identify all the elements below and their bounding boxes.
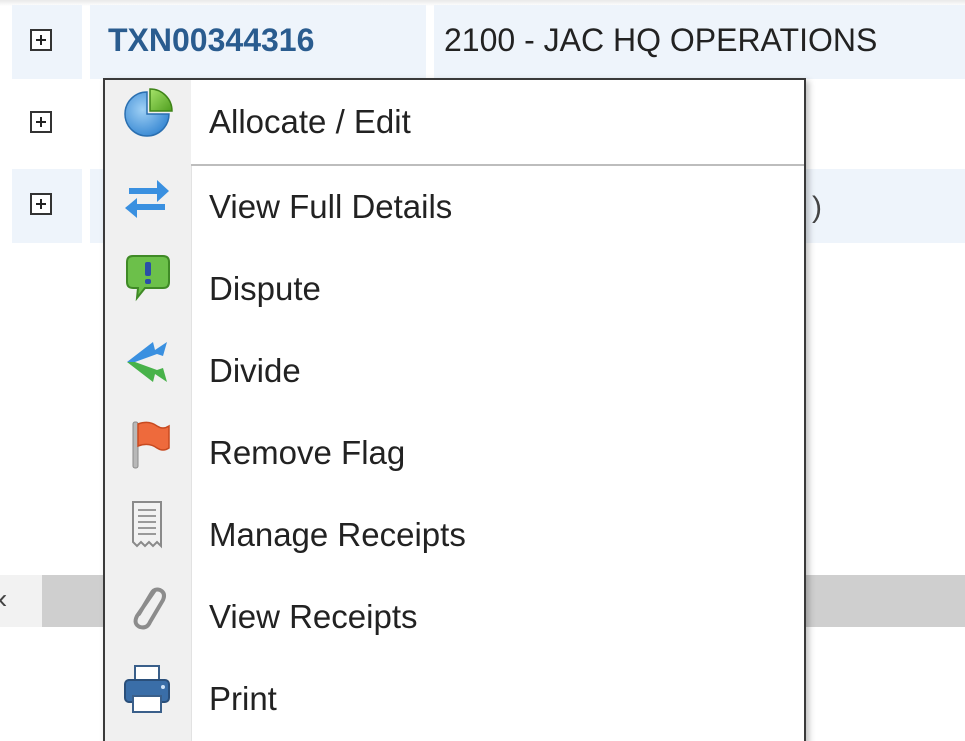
table-row[interactable]: TXN00344316 2100 - JAC HQ OPERATIONS <box>12 5 965 79</box>
menu-item-view-receipts[interactable]: View Receipts <box>105 578 804 660</box>
menu-item-dispute[interactable]: Dispute <box>105 250 804 332</box>
menu-item-label: Allocate / Edit <box>209 103 411 140</box>
expand-row-button[interactable] <box>30 111 52 133</box>
menu-item-label: View Full Details <box>209 188 453 225</box>
menu-item-divide[interactable]: Divide <box>105 332 804 414</box>
expand-row-button[interactable] <box>30 193 52 215</box>
scroll-left-button[interactable]: ‹ <box>0 575 42 627</box>
menu-item-label: Print <box>209 680 277 717</box>
menu-item-manage-receipts[interactable]: Manage Receipts <box>105 496 804 578</box>
partial-cell-text: ) <box>812 191 822 224</box>
page: TXN00344316 2100 - JAC HQ OPERATIONS ) ‹ <box>0 0 965 741</box>
transaction-id-link[interactable]: TXN00344316 <box>108 22 314 59</box>
swap-arrows-icon <box>125 180 169 218</box>
chevron-left-icon: ‹ <box>0 583 7 615</box>
menu-item-label: Dispute <box>209 270 321 307</box>
menu-item-label: Manage Receipts <box>209 516 466 553</box>
split-arrows-icon <box>127 342 167 382</box>
department-cell: 2100 - JAC HQ OPERATIONS <box>444 22 878 58</box>
context-menu: Allocate / Edit View Full Details Disput… <box>103 78 806 741</box>
menu-item-print[interactable]: Print <box>105 660 804 741</box>
paperclip-icon <box>133 587 166 630</box>
flag-icon <box>132 421 170 469</box>
speech-bubble-exclamation-icon <box>126 255 170 302</box>
printer-icon <box>124 665 170 713</box>
menu-item-remove-flag[interactable]: Remove Flag <box>105 414 804 496</box>
receipt-icon <box>132 501 162 549</box>
menu-item-allocate-edit[interactable]: Allocate / Edit <box>105 80 804 166</box>
menu-item-label: Remove Flag <box>209 434 406 471</box>
pie-chart-icon <box>124 88 173 137</box>
menu-item-label: View Receipts <box>209 598 418 635</box>
expand-row-button[interactable] <box>30 29 52 51</box>
menu-item-view-full-details[interactable]: View Full Details <box>105 168 804 250</box>
menu-item-label: Divide <box>209 352 301 389</box>
